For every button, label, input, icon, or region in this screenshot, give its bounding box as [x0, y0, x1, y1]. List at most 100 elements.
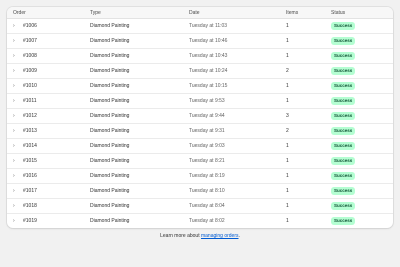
- order-number[interactable]: #1016: [23, 173, 37, 179]
- status-badge: Success: [331, 217, 356, 225]
- order-cell: › #1015: [7, 153, 90, 169]
- status-badge: Success: [331, 142, 356, 150]
- footer-prefix: Learn more about: [160, 233, 201, 239]
- order-date: Tuesday at 8:21: [189, 153, 286, 169]
- status-cell: Success: [331, 78, 393, 94]
- order-items-count: 1: [286, 183, 331, 199]
- order-cell: › #1008: [7, 48, 90, 64]
- table-row[interactable]: › #1015 Diamond Painting Tuesday at 8:21 1 Su…: [7, 153, 393, 169]
- chevron-right-icon[interactable]: ›: [13, 23, 23, 29]
- chevron-right-icon[interactable]: ›: [13, 98, 23, 104]
- table-row[interactable]: › #1007 Diamond Painting Tuesday at 10:46 1 S…: [7, 33, 393, 49]
- chevron-right-icon[interactable]: ›: [13, 143, 23, 149]
- order-date: Tuesday at 8:19: [189, 168, 286, 184]
- footer-suffix: .: [238, 233, 240, 239]
- status-badge: Success: [331, 52, 356, 60]
- order-date: Tuesday at 9:03: [189, 138, 286, 154]
- order-number[interactable]: #1014: [23, 143, 37, 149]
- table-row[interactable]: › #1011 Diamond Painting Tuesday at 9:53 1 Su…: [7, 93, 393, 109]
- table-row[interactable]: › #1019 Diamond Painting Tuesday at 8:02 1 Su…: [7, 214, 393, 229]
- order-cell: › #1009: [7, 63, 90, 79]
- status-badge: Success: [331, 97, 356, 105]
- order-type: Diamond Painting: [90, 123, 189, 139]
- status-cell: Success: [331, 168, 393, 184]
- order-items-count: 2: [286, 123, 331, 139]
- order-cell: › #1011: [7, 93, 90, 109]
- order-items-count: 1: [286, 218, 289, 224]
- chevron-right-icon[interactable]: ›: [13, 173, 23, 179]
- table-row[interactable]: › #1010 Diamond Painting Tuesday at 10:15 1 S…: [7, 78, 393, 94]
- order-items-count: 2: [286, 63, 331, 79]
- status-cell: Success: [331, 63, 393, 79]
- status-badge: Success: [331, 67, 356, 75]
- order-cell: › #1014: [7, 138, 90, 154]
- status-cell: Success: [331, 198, 393, 214]
- status-cell: Success: [331, 93, 393, 109]
- order-date: Tuesday at 10:15: [189, 78, 286, 94]
- chevron-right-icon[interactable]: ›: [13, 53, 23, 59]
- order-number[interactable]: #1015: [23, 158, 37, 164]
- order-date: Tuesday at 8:10: [189, 183, 286, 199]
- order-type: Diamond Painting: [90, 153, 189, 169]
- order-cell: › #1010: [7, 78, 90, 94]
- table-row[interactable]: › #1006 Diamond Painting Tuesday at 11:03 1 S…: [7, 18, 393, 34]
- table-row[interactable]: › #1012 Diamond Painting Tuesday at 9:44 3 Su…: [7, 108, 393, 124]
- order-number[interactable]: #1010: [23, 83, 37, 89]
- order-number[interactable]: #1007: [23, 38, 37, 44]
- chevron-right-icon[interactable]: ›: [13, 128, 23, 134]
- table-row[interactable]: › #1009 Diamond Painting Tuesday at 10:24 2 S…: [7, 63, 393, 79]
- order-items-count: 1: [286, 48, 331, 64]
- order-number[interactable]: #1017: [23, 188, 37, 194]
- chevron-right-icon[interactable]: ›: [13, 203, 23, 209]
- status-cell: Success: [331, 18, 393, 34]
- chevron-right-icon[interactable]: ›: [13, 113, 23, 119]
- table-row[interactable]: › #1016 Diamond Painting Tuesday at 8:19 1 Su…: [7, 168, 393, 184]
- order-type: Diamond Painting: [90, 168, 189, 184]
- order-type: Diamond Painting: [90, 33, 189, 49]
- column-header-status: Status: [331, 7, 393, 19]
- column-header-type: Type: [90, 7, 189, 19]
- order-number[interactable]: #1009: [23, 68, 37, 74]
- status-cell: Success: [331, 153, 393, 169]
- table-row[interactable]: › #1008 Diamond Painting Tuesday at 10:43 1 S…: [7, 48, 393, 64]
- order-cell: › #1018: [7, 198, 90, 214]
- order-number[interactable]: #1019: [23, 218, 37, 224]
- table-row[interactable]: › #1014 Diamond Painting Tuesday at 9:03 1 Su…: [7, 138, 393, 154]
- order-number[interactable]: #1011: [23, 98, 37, 104]
- order-items-count: 1: [286, 138, 331, 154]
- order-number[interactable]: #1018: [23, 203, 37, 209]
- status-badge: Success: [331, 187, 356, 195]
- order-items-count: 1: [286, 78, 331, 94]
- column-header-date: Date: [189, 7, 286, 19]
- order-date: Tuesday at 10:46: [189, 33, 286, 49]
- table-row[interactable]: › #1013 Diamond Painting Tuesday at 9:31 2 Su…: [7, 123, 393, 139]
- order-type: Diamond Painting: [90, 78, 189, 94]
- chevron-right-icon[interactable]: ›: [13, 83, 23, 89]
- status-cell: Success: [331, 33, 393, 49]
- status-badge: Success: [331, 202, 356, 210]
- order-cell: › #1007: [7, 33, 90, 49]
- chevron-right-icon[interactable]: ›: [13, 188, 23, 194]
- order-date: Tuesday at 10:24: [189, 63, 286, 79]
- chevron-right-icon[interactable]: ›: [13, 158, 23, 164]
- order-type: Diamond Painting: [90, 198, 189, 214]
- chevron-right-icon[interactable]: ›: [13, 38, 23, 44]
- order-number[interactable]: #1006: [23, 23, 37, 29]
- order-number[interactable]: #1013: [23, 128, 37, 134]
- order-number[interactable]: #1012: [23, 113, 37, 119]
- status-cell: Success: [331, 214, 393, 229]
- managing-orders-link[interactable]: managing orders: [201, 233, 239, 239]
- order-number[interactable]: #1008: [23, 53, 37, 59]
- order-type: Diamond Painting: [90, 93, 189, 109]
- table-header-row: Order Type Date Items Status: [7, 7, 393, 19]
- chevron-right-icon[interactable]: ›: [13, 218, 23, 224]
- chevron-right-icon[interactable]: ›: [13, 68, 23, 74]
- order-cell: › #1017: [7, 183, 90, 199]
- order-date: Tuesday at 11:03: [189, 18, 286, 34]
- column-header-order: Order: [7, 7, 90, 19]
- table-row[interactable]: › #1017 Diamond Painting Tuesday at 8:10 1 Su…: [7, 183, 393, 199]
- order-date: Tuesday at 8:04: [189, 198, 286, 214]
- order-cell: › #1012: [7, 108, 90, 124]
- status-cell: Success: [331, 48, 393, 64]
- table-row[interactable]: › #1018 Diamond Painting Tuesday at 8:04 1 Su…: [7, 198, 393, 214]
